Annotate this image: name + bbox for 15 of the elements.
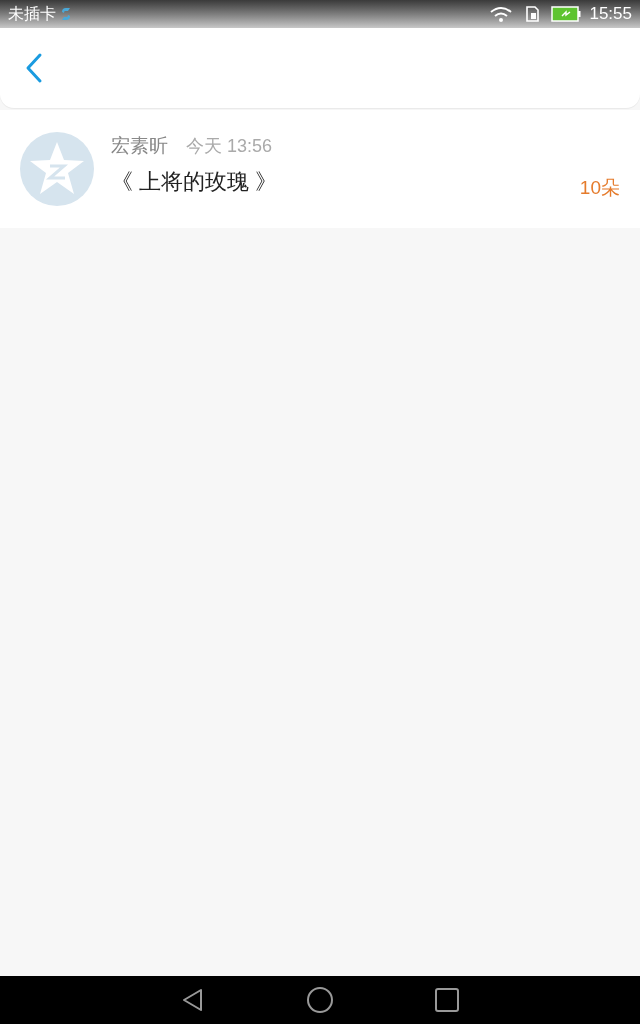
avatar-icon: [20, 132, 94, 206]
gift-count: 10朵: [579, 175, 620, 200]
clock-text: 15:55: [589, 3, 632, 26]
recent-apps-icon[interactable]: [434, 987, 460, 1013]
carrier-text: 未插卡: [8, 3, 56, 25]
back-icon[interactable]: [24, 52, 44, 84]
sync-icon: [60, 6, 72, 22]
gift-title: 《 上将的玫瑰 》: [111, 167, 279, 196]
timestamp: 今天 13:56: [186, 135, 273, 159]
home-nav-icon[interactable]: [306, 986, 334, 1014]
battery-icon: [551, 6, 582, 22]
wifi-icon: [489, 5, 514, 23]
gift-row[interactable]: 宏素昕 今天 13:56 《 上将的玫瑰 》 10朵: [0, 110, 640, 228]
sender-name: 宏素昕: [111, 134, 168, 159]
sim-icon: [525, 6, 540, 22]
